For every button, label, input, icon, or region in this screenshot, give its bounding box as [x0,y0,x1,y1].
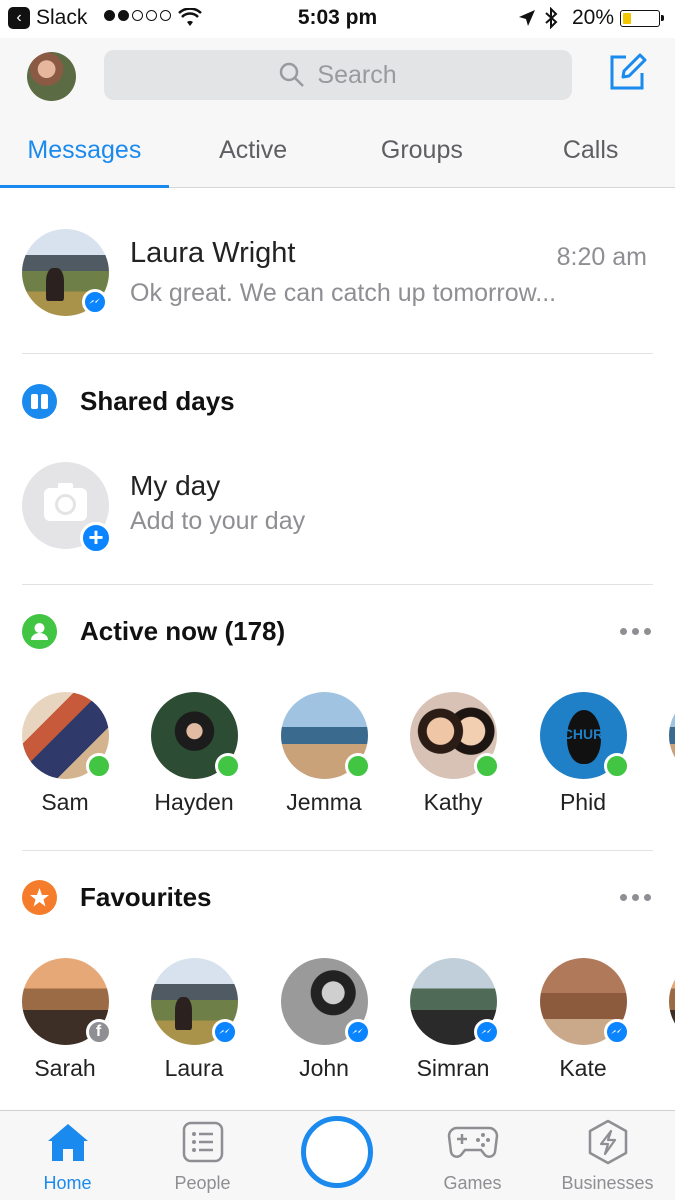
active-person[interactable]: Kathy [393,692,513,816]
avatar: f [21,958,112,1045]
person-name: Laura [164,1055,224,1081]
active-person-icon [22,614,57,649]
tab-people[interactable]: People [135,1111,270,1200]
conversation-row[interactable]: Laura Wright 8:20 am Ok great. We can ca… [0,189,675,354]
online-indicator [344,753,371,779]
my-day-subtitle: Add to your day [130,507,306,535]
favourite-person[interactable]: f Sarah [5,958,125,1082]
tab-messages[interactable]: Messages [0,130,169,188]
shared-days-icon [22,384,57,419]
shared-days-title: Shared days [80,386,235,416]
battery-percent: 20% [572,6,615,29]
active-person[interactable]: Sam [5,692,125,816]
favourite-person[interactable] [652,958,675,1045]
online-indicator [473,753,500,779]
status-bar: ‹ Slack 5:03 pm 20% [0,0,675,38]
divider [22,353,653,354]
person-name: Jemma [286,789,362,815]
tab-calls[interactable]: Calls [506,130,675,188]
avatar [539,958,630,1045]
tab-active[interactable]: Active [169,130,338,188]
divider [22,584,653,585]
active-now-title: Active now (178) [80,616,286,646]
conversation-time: 8:20 am [556,243,647,271]
profile-avatar[interactable] [27,52,76,101]
tab-games[interactable]: Games [405,1111,540,1200]
avatar-text: CHUR [562,726,604,742]
search-input[interactable]: Search [104,50,572,100]
avatar [668,958,675,1045]
online-indicator [85,753,112,779]
conversation-preview: Ok great. We can catch up tomorrow... [130,279,557,307]
favourite-person[interactable]: Laura [134,958,254,1082]
active-person[interactable]: Jemma [264,692,384,816]
camera-circle-icon[interactable] [301,1116,373,1188]
star-icon [22,880,57,915]
favourite-person[interactable]: Simran [393,958,513,1082]
shared-days-header: Shared days [0,382,675,422]
person-name: Phid [559,789,607,815]
lightning-icon [588,1119,627,1165]
facebook-icon: f [85,1019,112,1045]
tab-home-label: Home [43,1173,92,1193]
people-list-icon [182,1121,223,1163]
gamepad-icon [447,1126,498,1158]
favourite-person[interactable]: Kate [523,958,643,1082]
tab-people-label: People [174,1173,231,1193]
tab-bar-top: Messages Active Groups Calls [0,130,675,188]
location-arrow-icon [519,10,535,26]
conversation-name: Laura Wright [130,237,296,269]
avatar: CHUR [539,692,630,779]
favourite-person[interactable]: John [264,958,384,1082]
header: Search Messages Active Groups Calls [0,38,675,188]
person-name: Simran [416,1055,490,1081]
add-icon[interactable]: + [80,522,112,554]
avatar [668,692,675,779]
more-options-icon[interactable] [620,894,651,901]
avatar [150,692,241,779]
person-name: Kathy [423,789,483,815]
active-person[interactable]: Hayden [134,692,254,816]
tab-groups[interactable]: Groups [338,130,507,188]
avatar [280,692,371,779]
search-icon [280,62,305,87]
my-day-title[interactable]: My day [130,470,220,502]
favourites-row: f Sarah Laura John Simran Kate [0,958,675,1098]
tab-businesses[interactable]: Businesses [540,1111,675,1200]
tab-games-label: Games [443,1173,502,1193]
person-name: John [299,1055,349,1081]
person-name: Sarah [34,1055,96,1081]
bluetooth-icon [545,7,558,29]
messenger-icon [603,1019,630,1045]
person-name: Hayden [154,789,234,815]
messenger-icon [212,1019,238,1045]
favourites-title: Favourites [80,882,212,912]
messenger-icon [344,1019,371,1045]
tab-home[interactable]: Home [0,1111,135,1200]
messenger-icon [473,1019,500,1045]
active-person[interactable]: CHUR Phid [523,692,643,816]
person-name: Sam [41,789,89,815]
active-person[interactable] [652,692,675,779]
compose-icon[interactable] [606,51,648,93]
online-indicator [214,753,241,779]
battery-icon [620,10,664,27]
tab-businesses-label: Businesses [561,1173,654,1193]
avatar [280,958,371,1045]
active-people-row: Sam Hayden Jemma Kathy CHUR Phid [0,692,675,832]
avatar [409,692,500,779]
avatar [21,692,112,779]
favourites-header: Favourites [0,878,675,918]
divider [22,850,653,851]
active-now-header: Active now (178) [0,612,675,652]
more-options-icon[interactable] [620,628,651,635]
avatar [409,958,500,1045]
camera-icon [44,483,87,521]
online-indicator [603,753,630,779]
home-icon [47,1124,88,1161]
search-placeholder: Search [317,60,397,89]
messenger-icon [82,289,108,315]
person-name: Kate [559,1055,607,1081]
